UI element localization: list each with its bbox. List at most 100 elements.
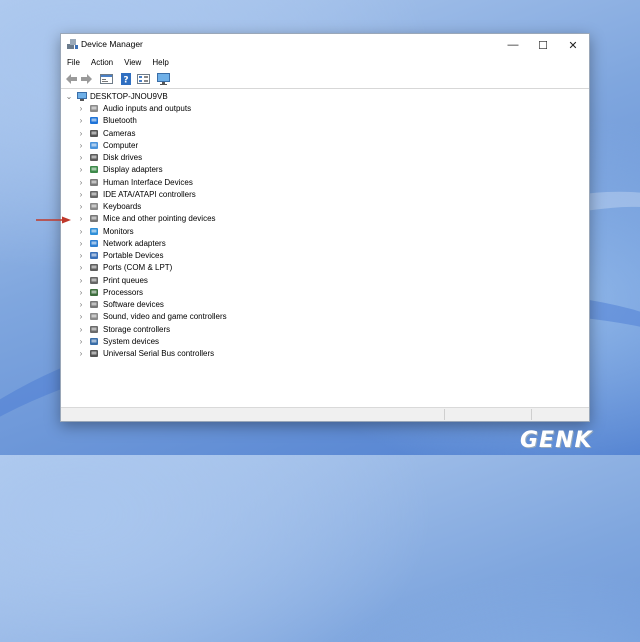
- expand-chevron-icon[interactable]: ›: [77, 201, 85, 213]
- tree-root[interactable]: ⌄ DESKTOP-JNOU9VB: [65, 91, 185, 103]
- expand-chevron-icon[interactable]: ›: [77, 238, 85, 250]
- tree-item-label: Software devices: [103, 300, 164, 309]
- expand-chevron-icon[interactable]: ›: [77, 177, 85, 189]
- tree-item-label: System devices: [103, 336, 160, 346]
- expand-chevron-icon[interactable]: ›: [77, 140, 85, 152]
- tree-item[interactable]: › Display adapters: [77, 164, 277, 176]
- hid-icon: [90, 178, 98, 186]
- toolbar: ?: [61, 71, 589, 89]
- status-bar: [61, 407, 589, 421]
- ide-icon: [90, 190, 98, 198]
- system-icon: [90, 337, 98, 345]
- expand-chevron-icon[interactable]: ›: [77, 152, 85, 164]
- tree-item-label: Human Interface Devices: [103, 177, 193, 187]
- maximize-button[interactable]: ☐: [528, 34, 558, 56]
- device-manager-window: Device Manager — ☐ ✕ File Action View He…: [60, 33, 590, 422]
- expand-chevron-icon[interactable]: ›: [77, 128, 85, 140]
- software-device-icon: [90, 301, 98, 308]
- tree-item[interactable]: › Cameras: [77, 128, 277, 140]
- tree-item[interactable]: › Print queues: [77, 275, 277, 287]
- tree-item-label: Network adapters: [103, 238, 166, 248]
- monitor-icon[interactable]: [157, 73, 170, 85]
- tree-item[interactable]: › Mice and other pointing devices: [77, 213, 277, 225]
- expand-chevron-icon[interactable]: ›: [77, 275, 85, 287]
- menu-action[interactable]: Action: [85, 56, 118, 70]
- device-manager-app-icon: [67, 39, 78, 49]
- network-icon: [90, 239, 98, 247]
- tree-item[interactable]: › Storage controllers: [77, 324, 277, 336]
- tree-item-label: Monitors: [103, 226, 134, 236]
- tree-item[interactable]: › System devices: [77, 336, 277, 348]
- tree-item-label: Display adapters: [103, 165, 163, 175]
- expand-chevron-icon[interactable]: ›: [77, 348, 85, 360]
- tree-item[interactable]: › Monitors: [77, 226, 277, 238]
- tree-item[interactable]: › Sound, video and game controllers: [77, 311, 277, 323]
- view-icon[interactable]: [137, 73, 150, 85]
- tree-item[interactable]: › Portable Devices: [77, 250, 277, 262]
- expand-chevron-icon[interactable]: ›: [77, 226, 85, 238]
- tree-item-label: Keyboards: [103, 202, 142, 211]
- tree-root-label: DESKTOP-JNOU9VB: [90, 92, 168, 101]
- menu-view[interactable]: View: [118, 56, 146, 70]
- tree-item[interactable]: › Universal Serial Bus controllers: [77, 348, 277, 360]
- forward-icon[interactable]: [80, 73, 93, 85]
- expand-chevron-icon[interactable]: ›: [77, 213, 85, 225]
- bluetooth-icon: [90, 117, 98, 125]
- tree-item[interactable]: › Processors: [77, 287, 277, 299]
- tree-item-label: Universal Serial Bus controllers: [103, 349, 215, 358]
- tree-item-label: Mice and other pointing devices: [103, 214, 216, 224]
- tree-item[interactable]: › Computer: [77, 140, 277, 152]
- tree-item[interactable]: › Human Interface Devices: [77, 177, 277, 189]
- expand-chevron-icon[interactable]: ›: [77, 164, 85, 176]
- menu-bar: File Action View Help: [61, 56, 589, 70]
- expand-chevron-icon[interactable]: ›: [77, 324, 85, 336]
- title-bar[interactable]: Device Manager — ☐ ✕: [61, 34, 589, 56]
- tree-item-label: Processors: [103, 287, 144, 297]
- close-button[interactable]: ✕: [558, 34, 588, 56]
- expand-chevron-icon[interactable]: ›: [77, 336, 85, 348]
- collapse-chevron-icon[interactable]: ⌄: [65, 91, 73, 103]
- tree-item[interactable]: › Keyboards: [77, 201, 277, 213]
- device-tree: ⌄ DESKTOP-JNOU9VB › Audio inputs and outp…: [61, 90, 589, 408]
- tree-item-label: Audio inputs and outputs: [103, 104, 192, 113]
- expand-chevron-icon[interactable]: ›: [77, 115, 85, 127]
- tree-item-label: Print queues: [103, 275, 148, 285]
- menu-help[interactable]: Help: [146, 56, 173, 70]
- expand-chevron-icon[interactable]: ›: [77, 189, 85, 201]
- expand-chevron-icon[interactable]: ›: [77, 103, 85, 115]
- display-adapter-icon: [90, 166, 98, 174]
- tree-item-label: Portable Devices: [103, 251, 164, 260]
- menu-file[interactable]: File: [61, 56, 85, 70]
- tree-item-label: Storage controllers: [103, 324, 171, 334]
- tree-item-label: Bluetooth: [103, 116, 137, 126]
- processor-icon: [90, 288, 98, 296]
- properties-icon[interactable]: [100, 73, 113, 85]
- keyboard-icon: [90, 203, 98, 210]
- expand-chevron-icon[interactable]: ›: [77, 262, 85, 274]
- mouse-icon: [90, 215, 98, 223]
- expand-chevron-icon[interactable]: ›: [77, 250, 85, 262]
- tree-item[interactable]: › Audio inputs and outputs: [77, 103, 277, 115]
- tree-item-label: Cameras: [103, 128, 136, 138]
- expand-chevron-icon[interactable]: ›: [77, 311, 85, 323]
- genk-watermark-logo: GENK: [520, 428, 593, 453]
- tree-item[interactable]: › Network adapters: [77, 238, 277, 250]
- tree-item[interactable]: › Disk drives: [77, 152, 277, 164]
- tree-item[interactable]: › Bluetooth: [77, 115, 277, 127]
- tree-item[interactable]: › Ports (COM & LPT): [77, 262, 277, 274]
- expand-chevron-icon[interactable]: ›: [77, 287, 85, 299]
- tree-item[interactable]: › Software devices: [77, 299, 277, 311]
- computer-icon: [90, 141, 98, 149]
- printer-icon: [90, 276, 98, 284]
- minimize-button[interactable]: —: [498, 34, 528, 56]
- tree-item[interactable]: › IDE ATA/ATAPI controllers: [77, 189, 277, 201]
- portable-device-icon: [90, 252, 98, 259]
- status-divider: [444, 409, 445, 420]
- sound-icon: [90, 313, 98, 321]
- speaker-icon: [90, 105, 98, 112]
- back-icon[interactable]: [65, 73, 78, 85]
- disk-icon: [90, 154, 98, 161]
- expand-chevron-icon[interactable]: ›: [77, 299, 85, 311]
- help-icon[interactable]: ?: [120, 73, 133, 85]
- storage-icon: [90, 325, 98, 333]
